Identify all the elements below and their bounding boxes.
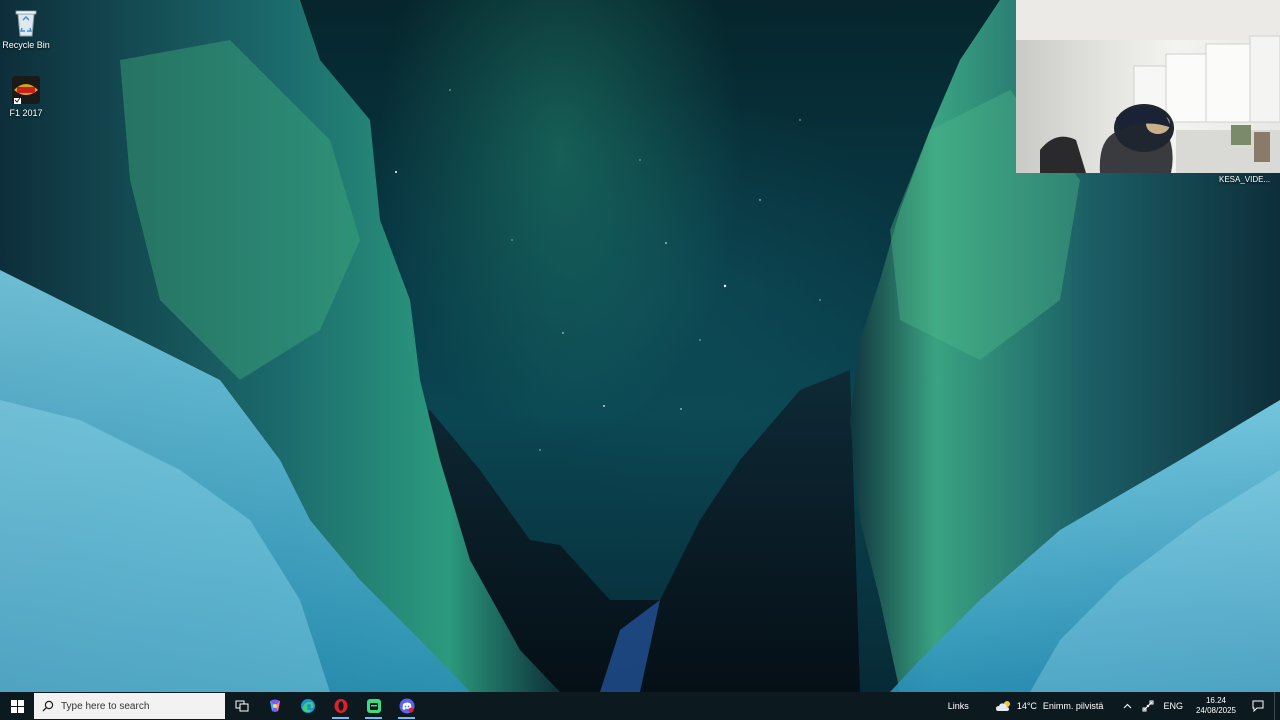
start-button[interactable] xyxy=(0,692,34,720)
copilot-icon xyxy=(269,699,280,712)
action-center-button[interactable] xyxy=(1244,692,1272,720)
search-placeholder: Type here to search xyxy=(61,700,150,712)
weather-widget[interactable]: 14°C Enimm. pilvistä xyxy=(989,692,1110,720)
links-toolbar[interactable]: Links xyxy=(942,692,975,720)
webcam-feed xyxy=(1016,0,1280,173)
windows-logo-icon xyxy=(10,699,24,713)
desktop-icon-recycle-bin[interactable]: Recycle Bin xyxy=(0,6,56,50)
taskbar-search-box[interactable]: Type here to search xyxy=(34,693,225,719)
chevron-up-icon xyxy=(1124,703,1132,709)
edge-browser-icon xyxy=(300,699,315,713)
desktop-icon-label: Recycle Bin xyxy=(2,40,50,50)
taskbar-discord[interactable] xyxy=(390,692,423,720)
network-button[interactable] xyxy=(1138,692,1158,720)
input-language-button[interactable]: ENG xyxy=(1158,692,1188,720)
taskbar-opera[interactable] xyxy=(324,692,357,720)
taskbar: Type here to search Links 14°C Enimm. pi… xyxy=(0,692,1280,720)
show-hidden-icons-button[interactable] xyxy=(1117,692,1138,720)
taskbar-edge[interactable] xyxy=(291,692,324,720)
desktop-icon-f1-2017[interactable]: F1 2017 xyxy=(0,74,56,118)
taskbar-android-app[interactable] xyxy=(357,692,390,720)
taskbar-copilot[interactable] xyxy=(258,692,291,720)
notifications-icon xyxy=(1252,700,1264,712)
clock-date: 24/08/2025 xyxy=(1195,706,1236,715)
taskbar-clock[interactable]: 16.24 24/08/2025 xyxy=(1188,696,1244,716)
clock-time: 16.24 xyxy=(1205,696,1226,705)
weather-temperature: 14°C xyxy=(1016,701,1037,711)
f1-2017-game-icon xyxy=(11,74,41,106)
search-icon xyxy=(42,700,54,712)
show-desktop-button[interactable] xyxy=(1274,692,1280,720)
taskbar-task-view[interactable] xyxy=(225,692,258,720)
system-tray: Links 14°C Enimm. pilvistä ENG 16.24 24/… xyxy=(942,692,1280,720)
desktop-icon-label: F1 2017 xyxy=(9,108,43,118)
webcam-overlay[interactable] xyxy=(1016,0,1280,173)
network-ethernet-icon xyxy=(1142,700,1154,712)
discord-icon xyxy=(399,698,414,714)
recycle-bin-icon xyxy=(11,6,41,38)
weather-description: Enimm. pilvistä xyxy=(1042,701,1104,711)
android-app-icon xyxy=(366,699,381,713)
task-view-icon xyxy=(235,700,248,712)
cloud-weather-icon xyxy=(995,701,1010,711)
webcam-source-label: KESA_VIDE... xyxy=(1219,175,1271,184)
opera-browser-icon xyxy=(334,699,347,713)
